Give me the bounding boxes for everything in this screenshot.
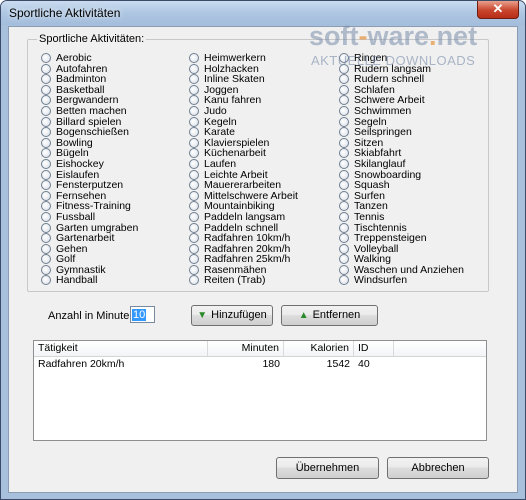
- add-button-label: Hinzufügen: [211, 309, 267, 321]
- radio-circle-icon[interactable]: [41, 264, 51, 275]
- radio-circle-icon[interactable]: [339, 116, 349, 127]
- radio-circle-icon[interactable]: [339, 211, 349, 222]
- table-header: Tätigkeit Minuten Kalorien ID: [34, 341, 486, 357]
- apply-button[interactable]: Übernehmen: [276, 457, 379, 479]
- radio-circle-icon[interactable]: [339, 84, 349, 95]
- table-row[interactable]: Radfahren 20km/h 180 1542 40: [34, 357, 486, 371]
- activity-label: Reiten (Trab): [204, 274, 266, 287]
- radio-circle-icon[interactable]: [189, 158, 199, 169]
- activity-label: Judo: [204, 104, 227, 117]
- cell-taetigkeit: Radfahren 20km/h: [38, 358, 125, 370]
- activity-label: Handball: [56, 274, 98, 287]
- arrow-up-icon: ▲: [298, 310, 309, 321]
- radio-circle-icon[interactable]: [189, 105, 199, 116]
- radio-circle-icon[interactable]: [339, 158, 349, 169]
- radio-circle-icon[interactable]: [189, 137, 199, 148]
- radio-circle-icon[interactable]: [339, 222, 349, 233]
- radio-circle-icon[interactable]: [41, 222, 51, 233]
- cell-kalorien: 1542: [326, 358, 350, 370]
- radio-circle-icon[interactable]: [339, 105, 349, 116]
- radio-circle-icon[interactable]: [189, 211, 199, 222]
- activity-label: Betten machen: [56, 104, 127, 117]
- radio-circle-icon[interactable]: [41, 243, 51, 254]
- remove-button[interactable]: ▲ Entfernen: [281, 305, 378, 326]
- activities-group-label: Sportliche Aktivitäten:: [37, 33, 147, 45]
- radio-circle-icon[interactable]: [189, 116, 199, 127]
- activity-table[interactable]: Tätigkeit Minuten Kalorien ID Radfahren …: [33, 340, 487, 441]
- activity-label: Schwimmen: [354, 104, 412, 117]
- radio-circle-icon[interactable]: [339, 264, 349, 275]
- close-icon: ✕: [492, 1, 504, 16]
- activity-label: Heimwerkern: [204, 52, 266, 64]
- minutes-value: 10: [132, 309, 147, 321]
- radio-circle-icon[interactable]: [41, 190, 51, 201]
- close-button[interactable]: ✕: [477, 1, 519, 19]
- radio-circle-icon[interactable]: [339, 243, 349, 254]
- activity-label: Tennis: [354, 210, 385, 223]
- column-header-kalorien[interactable]: Kalorien: [284, 341, 354, 356]
- radio-circle-icon[interactable]: [41, 211, 51, 222]
- radio-circle-icon[interactable]: [41, 137, 51, 148]
- radio-circle-icon[interactable]: [41, 63, 51, 74]
- radio-circle-icon[interactable]: [41, 53, 51, 63]
- watermark-tagline: AKTUELLE DOWNLOADS: [311, 53, 476, 68]
- column-header-id[interactable]: ID: [354, 341, 394, 356]
- watermark-logo: soft-ware.net: [309, 21, 478, 51]
- cell-minuten: 180: [262, 358, 280, 370]
- radio-circle-icon[interactable]: [41, 105, 51, 116]
- radio-circle-icon[interactable]: [41, 169, 51, 180]
- radio-circle-icon[interactable]: [339, 190, 349, 201]
- remove-button-label: Entfernen: [312, 309, 361, 321]
- radio-circle-icon[interactable]: [189, 63, 199, 74]
- activity-label: Aerobic: [56, 52, 92, 64]
- radio-circle-icon[interactable]: [41, 158, 51, 169]
- activity-label: Paddeln langsam: [204, 210, 286, 223]
- radio-circle-icon[interactable]: [189, 190, 199, 201]
- radio-circle-icon[interactable]: [189, 53, 199, 63]
- radio-circle-icon[interactable]: [189, 84, 199, 95]
- activity-label: Fussball: [56, 210, 96, 223]
- radio-circle-icon[interactable]: [339, 137, 349, 148]
- cancel-button[interactable]: Abbrechen: [387, 457, 489, 479]
- radio-circle-icon[interactable]: [41, 84, 51, 95]
- column-header-taetigkeit[interactable]: Tätigkeit: [34, 341, 208, 356]
- activity-label: Eishockey: [56, 157, 104, 170]
- activity-label: Skilanglauf: [354, 157, 406, 170]
- radio-circle-icon[interactable]: [189, 169, 199, 180]
- activity-label: Windsurfen: [354, 274, 408, 287]
- column-header-minuten[interactable]: Minuten: [208, 341, 284, 356]
- add-button[interactable]: ▼ Hinzufügen: [191, 305, 273, 326]
- radio-circle-icon[interactable]: [189, 243, 199, 254]
- radio-circle-icon[interactable]: [339, 169, 349, 180]
- dialog-window: Sportliche Aktivitäten ✕ Sportliche Akti…: [0, 0, 526, 500]
- cancel-button-label: Abbrechen: [411, 462, 465, 474]
- cell-id: 40: [358, 358, 370, 370]
- radio-circle-icon[interactable]: [189, 264, 199, 275]
- radio-circle-icon[interactable]: [189, 222, 199, 233]
- minutes-input[interactable]: 10: [130, 306, 155, 323]
- minutes-label: Anzahl in Minuten:: [48, 310, 139, 322]
- arrow-down-icon: ▼: [197, 310, 208, 321]
- radio-circle-icon[interactable]: [41, 116, 51, 127]
- window-title: Sportliche Aktivitäten: [9, 6, 121, 20]
- apply-button-label: Übernehmen: [295, 462, 360, 474]
- activity-label: Laufen: [204, 157, 237, 170]
